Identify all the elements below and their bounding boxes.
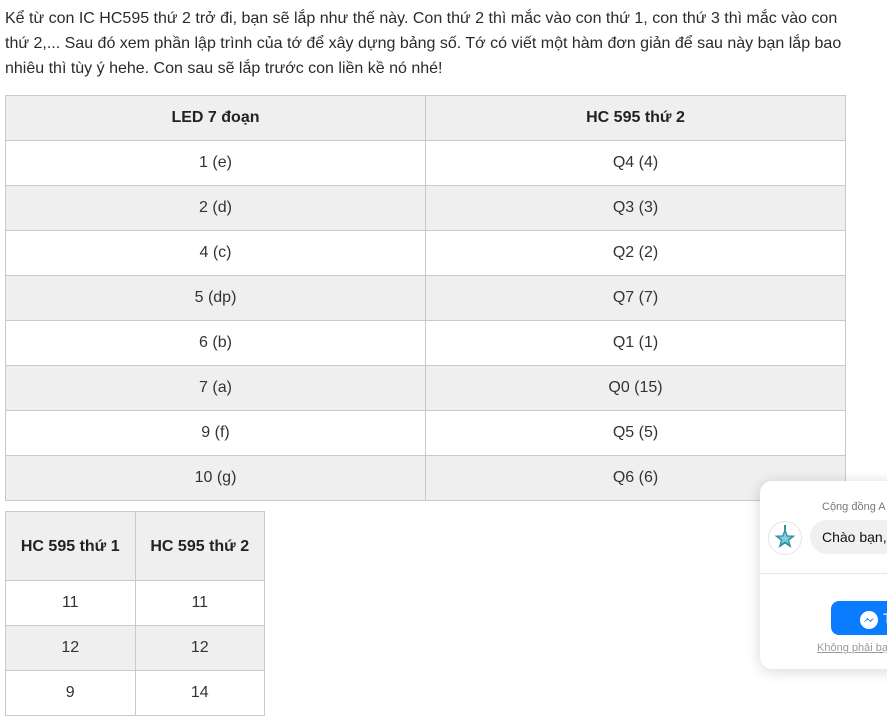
table-cell: 12	[134, 625, 265, 671]
column-header: HC 595 thứ 2	[425, 95, 846, 141]
table-row: 9 14	[5, 670, 265, 716]
table-cell: 10 (g)	[5, 455, 426, 501]
table-cell: 14	[134, 670, 265, 716]
divider	[760, 573, 887, 574]
table-row: 4 (c) Q2 (2)	[5, 230, 846, 276]
table-row: 11 11	[5, 580, 265, 626]
table-header-row: LED 7 đoạn HC 595 thứ 2	[5, 95, 846, 141]
chat-widget: Cộng đồng A Chào bạn, T Không phải bạ	[760, 481, 887, 669]
table-row: 12 12	[5, 625, 265, 671]
column-header: LED 7 đoạn	[5, 95, 426, 141]
intro-paragraph: Kể từ con IC HC595 thứ 2 trở đi, bạn sẽ …	[5, 10, 842, 77]
table-cell: 9	[5, 670, 136, 716]
community-logo-icon	[768, 521, 802, 555]
table-row: 10 (g) Q6 (6)	[5, 455, 846, 501]
messenger-icon	[859, 608, 879, 629]
table-row: 2 (d) Q3 (3)	[5, 185, 846, 231]
table-row: 5 (dp) Q7 (7)	[5, 275, 846, 321]
column-header: HC 595 thứ 1	[5, 511, 136, 581]
table-row: 9 (f) Q5 (5)	[5, 410, 846, 456]
table-cell: 9 (f)	[5, 410, 426, 456]
table-cell: Q5 (5)	[425, 410, 846, 456]
not-you-link[interactable]: Không phải bạ	[817, 642, 887, 654]
table-header-row: HC 595 thứ 1 HC 595 thứ 2	[5, 511, 265, 581]
greeting-bubble: Chào bạn,	[810, 520, 887, 554]
table-cell: 2 (d)	[5, 185, 426, 231]
table-cell: 4 (c)	[5, 230, 426, 276]
table-cell: Q0 (15)	[425, 365, 846, 411]
table-cell: 11	[5, 580, 136, 626]
messenger-chat-button[interactable]: T	[831, 601, 887, 635]
table-cell: Q3 (3)	[425, 185, 846, 231]
chat-button-label: T	[883, 601, 887, 635]
led-mapping-table: LED 7 đoạn HC 595 thứ 2 1 (e) Q4 (4) 2 (…	[5, 95, 846, 501]
hc595-chain-table: HC 595 thứ 1 HC 595 thứ 2 11 11 12 12 9 …	[5, 511, 265, 716]
table-cell: Q7 (7)	[425, 275, 846, 321]
table-row: 1 (e) Q4 (4)	[5, 140, 846, 186]
table-cell: Q4 (4)	[425, 140, 846, 186]
table-row: 7 (a) Q0 (15)	[5, 365, 846, 411]
table-cell: 11	[134, 580, 265, 626]
table-cell: 6 (b)	[5, 320, 426, 366]
table-cell: Q1 (1)	[425, 320, 846, 366]
table-cell: 12	[5, 625, 136, 671]
table-row: 6 (b) Q1 (1)	[5, 320, 846, 366]
table-cell: 1 (e)	[5, 140, 426, 186]
column-header: HC 595 thứ 2	[134, 511, 265, 581]
table-cell: 5 (dp)	[5, 275, 426, 321]
table-cell: 7 (a)	[5, 365, 426, 411]
chat-title: Cộng đồng A	[822, 501, 886, 513]
table-cell: Q2 (2)	[425, 230, 846, 276]
